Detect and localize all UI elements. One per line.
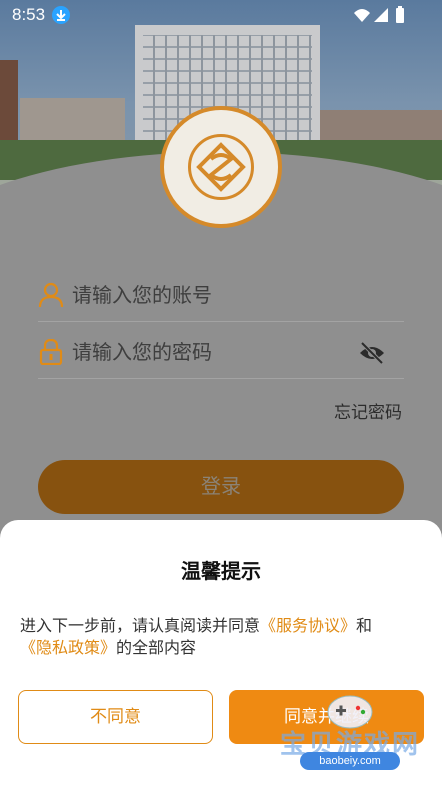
password-input[interactable] bbox=[72, 335, 362, 369]
forgot-password-link[interactable]: 忘记密码 bbox=[334, 398, 402, 423]
service-agreement-link[interactable]: 《服务协议》 bbox=[260, 616, 356, 635]
download-icon bbox=[52, 6, 70, 24]
privacy-dialog: 温馨提示 进入下一步前，请认真阅读并同意《服务协议》和 《隐私政策》的全部内容 … bbox=[0, 520, 442, 786]
lock-icon bbox=[39, 339, 63, 365]
logo-emblem bbox=[188, 134, 254, 200]
status-time: 8:53 bbox=[12, 5, 46, 24]
dialog-text: 和 bbox=[356, 616, 373, 635]
username-field bbox=[38, 270, 404, 322]
password-field bbox=[38, 327, 404, 379]
dialog-text: 进入下一步前，请认真阅读并同意 bbox=[20, 616, 261, 635]
dialog-text: 的全部内容 bbox=[116, 638, 197, 657]
dialog-message: 进入下一步前，请认真阅读并同意《服务协议》和 《隐私政策》的全部内容 bbox=[20, 615, 424, 659]
disagree-button[interactable]: 不同意 bbox=[18, 690, 213, 744]
dialog-title: 温馨提示 bbox=[181, 559, 261, 583]
wifi-icon bbox=[354, 9, 370, 22]
username-input[interactable] bbox=[72, 278, 362, 312]
system-status-icons bbox=[354, 6, 404, 23]
agree-continue-button[interactable]: 同意并继续 bbox=[229, 690, 424, 744]
battery-icon bbox=[396, 8, 404, 23]
college-logo bbox=[160, 106, 282, 228]
hide-password-icon[interactable] bbox=[358, 339, 386, 367]
login-button[interactable]: 登录 bbox=[38, 460, 404, 514]
user-icon bbox=[38, 282, 64, 308]
status-bar: 8:53 bbox=[0, 0, 442, 30]
building bbox=[0, 60, 18, 150]
signal-icon bbox=[374, 8, 388, 22]
privacy-policy-link[interactable]: 《隐私政策》 bbox=[20, 638, 116, 657]
